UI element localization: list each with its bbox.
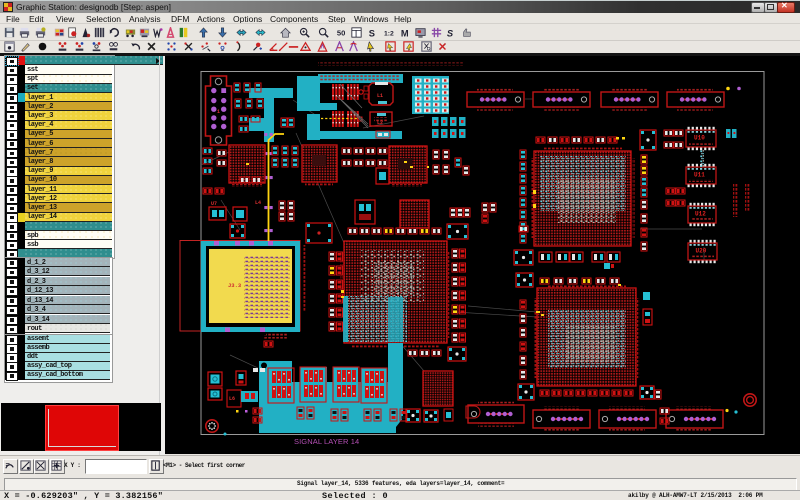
svg-text:1: 1 xyxy=(217,109,220,115)
svg-text:L2: L2 xyxy=(377,120,383,126)
svg-text:L4: L4 xyxy=(255,200,261,206)
svg-text:L6: L6 xyxy=(229,396,235,402)
svg-text:50: 50 xyxy=(337,28,345,37)
svg-text:L1: L1 xyxy=(377,93,383,99)
svg-text:1:2: 1:2 xyxy=(384,30,394,37)
svg-text:U10: U10 xyxy=(694,135,705,142)
svg-text:U7: U7 xyxy=(211,201,217,207)
svg-text:U12: U12 xyxy=(695,211,706,218)
svg-text:SIGNAL LAYER 14: SIGNAL LAYER 14 xyxy=(294,437,359,446)
svg-text:S: S xyxy=(369,28,375,38)
svg-text:M: M xyxy=(401,28,409,38)
svg-text:U20: U20 xyxy=(696,248,707,255)
svg-text:S: S xyxy=(447,28,454,38)
svg-text:U11: U11 xyxy=(694,172,705,179)
svg-text:J3.3: J3.3 xyxy=(228,282,242,289)
